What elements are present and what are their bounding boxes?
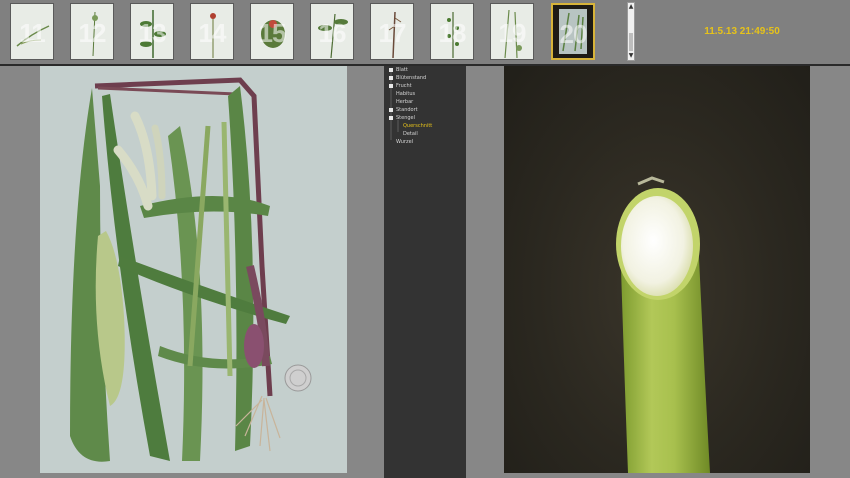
thumbnail-number: 20 [559, 19, 588, 49]
stem-cross-section-photo[interactable] [504, 66, 810, 473]
thumbnail-20[interactable]: 20 [551, 3, 595, 60]
tree-item-habitus[interactable]: Habitus [396, 90, 415, 98]
thumbnail-number: 12 [78, 18, 107, 48]
thumbnail-number: 17 [378, 18, 407, 48]
expand-icon[interactable] [389, 107, 393, 112]
tree-item-label: Wurzel [396, 139, 414, 145]
thumbnail-number: 16 [318, 18, 347, 48]
thumbnail-18[interactable]: 18 [430, 3, 474, 60]
thumbnail-11[interactable]: 11 [10, 3, 54, 60]
thumbnail-14[interactable]: 14 [190, 3, 234, 60]
tree-item-standort[interactable]: Standort [389, 106, 418, 114]
right-image-panel [466, 66, 850, 478]
tree-item-frucht[interactable]: Frucht [389, 82, 412, 90]
category-tree: Blatt Blütenstand Frucht Habitus Herbar … [384, 66, 466, 478]
thumbnail-strip: 11 12 13 14 15 16 17 18 19 20 ▲ ▼ 11.5.1… [0, 0, 850, 64]
tree-item-label: Blütenstand [396, 75, 427, 81]
thumbnail-number: 11 [19, 18, 46, 48]
thumbnail-13[interactable]: 13 [130, 3, 174, 60]
thumbnail-scrollbar[interactable]: ▲ ▼ [627, 2, 635, 61]
tree-item-bluetenstand[interactable]: Blütenstand [389, 74, 426, 82]
tree-item-stengel[interactable]: Stengel [389, 114, 415, 122]
thumbnail-17[interactable]: 17 [370, 3, 414, 60]
tree-item-querschnitt[interactable]: Querschnitt [403, 122, 432, 130]
tree-item-label: Habitus [396, 91, 416, 97]
scroll-up-icon[interactable]: ▲ [628, 3, 634, 11]
herbarium-image[interactable] [40, 66, 347, 473]
thumbnail-number: 18 [438, 18, 467, 48]
scroll-down-icon[interactable]: ▼ [628, 52, 634, 60]
left-image-panel [0, 66, 384, 478]
expand-icon[interactable] [389, 75, 393, 80]
tree-item-label: Blatt [396, 67, 408, 73]
tree-item-label: Frucht [396, 83, 412, 89]
thumbnail-number: 15 [258, 18, 287, 48]
tree-item-label: Herbar [396, 99, 414, 105]
herbarium-plant-drawing [70, 77, 312, 462]
scrollbar-thumb[interactable] [629, 33, 633, 51]
thumbnail-16[interactable]: 16 [310, 3, 354, 60]
thumbnail-12[interactable]: 12 [70, 3, 114, 60]
tree-item-label: Stengel [396, 115, 416, 121]
thumbnail-number: 13 [138, 18, 167, 48]
tree-item-label: Querschnitt [403, 123, 433, 129]
thumbnail-15[interactable]: 15 [250, 3, 294, 60]
tree-item-herbar[interactable]: Herbar [396, 98, 413, 106]
tree-item-label: Detail [403, 131, 418, 137]
tree-item-detail[interactable]: Detail [403, 130, 418, 138]
thumbnail-number: 19 [498, 18, 527, 48]
tree-item-wurzel[interactable]: Wurzel [396, 138, 413, 146]
datetime-display: 11.5.13 21:49:50 [704, 26, 780, 37]
collapse-icon[interactable] [389, 115, 393, 120]
stem-drawing [616, 176, 710, 473]
expand-icon[interactable] [389, 83, 393, 88]
tree-item-label: Standort [396, 107, 418, 113]
tree-item-blatt[interactable]: Blatt [389, 66, 408, 74]
expand-icon[interactable] [389, 67, 393, 72]
thumbnail-number: 14 [198, 18, 227, 48]
thumbnail-19[interactable]: 19 [490, 3, 534, 60]
